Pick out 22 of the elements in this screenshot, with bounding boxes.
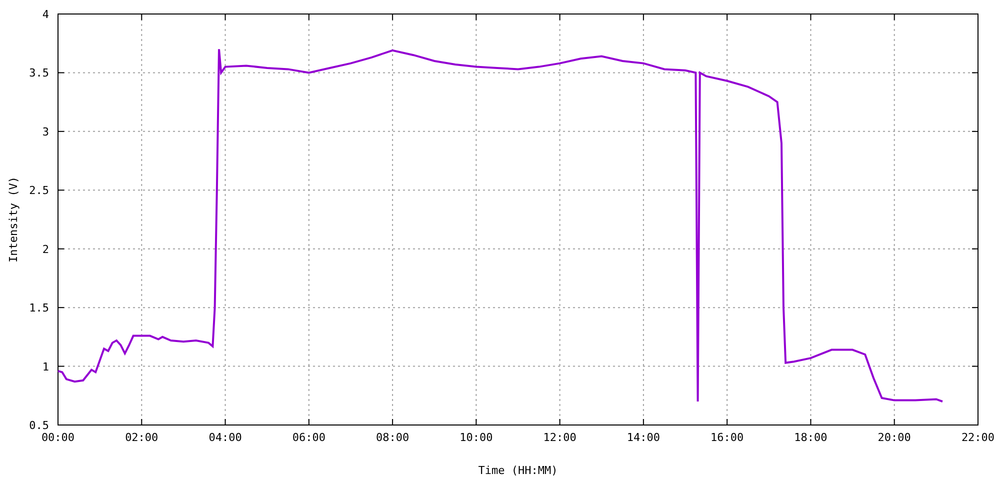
x-tick-label: 08:00 xyxy=(376,431,410,444)
y-tick-label: 0.5 xyxy=(29,419,49,432)
x-tick-label: 22:00 xyxy=(961,431,995,444)
y-axis-title: Intensity (V) xyxy=(7,176,20,263)
y-tick-label: 1.5 xyxy=(29,302,49,315)
x-tick-label: 20:00 xyxy=(878,431,911,444)
x-tick-label: 18:00 xyxy=(794,431,828,444)
y-tick-label: 2 xyxy=(42,242,49,256)
y-tick-label: 3 xyxy=(42,125,49,138)
x-tick-label: 16:00 xyxy=(710,431,744,444)
y-tick-label: 2.5 xyxy=(29,184,49,198)
x-tick-label: 06:00 xyxy=(292,431,326,444)
x-tick-label: 10:00 xyxy=(460,431,493,444)
y-tick-label: 4 xyxy=(42,8,49,21)
y-tick-label: 1 xyxy=(42,360,49,374)
x-tick-label: 14:00 xyxy=(626,431,660,444)
x-tick-label: 02:00 xyxy=(125,431,158,444)
x-axis-title: Time (HH:MM) xyxy=(478,464,558,477)
x-tick-label: 04:00 xyxy=(208,431,242,444)
y-tick-label: 3.5 xyxy=(29,66,49,80)
x-tick-label: 00:00 xyxy=(41,431,75,444)
x-tick-label: 12:00 xyxy=(543,431,576,444)
